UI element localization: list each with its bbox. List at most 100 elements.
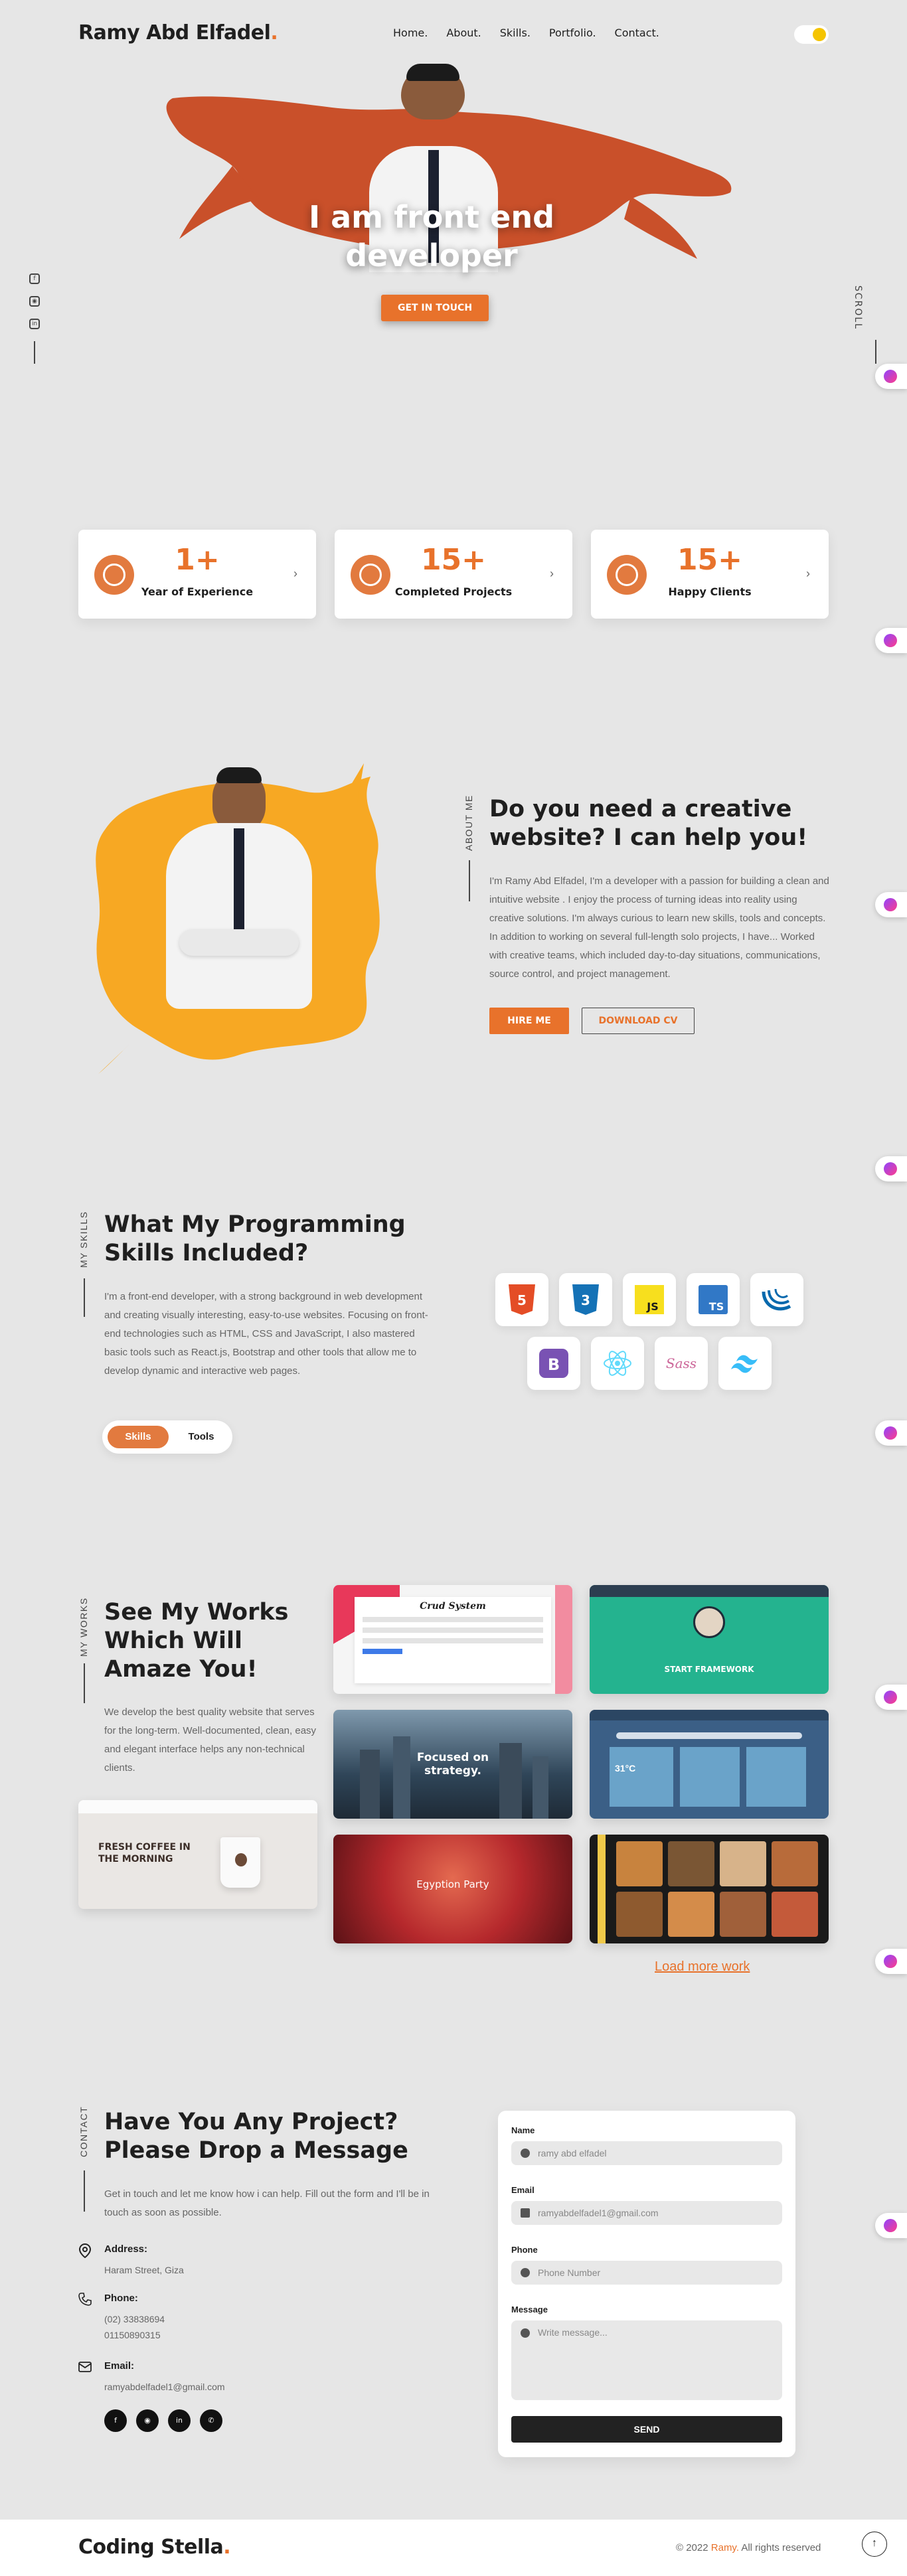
- theme-toggle[interactable]: [794, 25, 829, 44]
- nav-home[interactable]: Home.: [393, 27, 428, 39]
- chevron-right-icon[interactable]: ›: [293, 567, 297, 581]
- phone-value-2: 01150890315: [104, 2330, 161, 2340]
- arrow-up-icon[interactable]: ↑: [862, 2532, 887, 2557]
- brain-icon: [884, 1955, 897, 1968]
- brain-icon: [884, 2219, 897, 2232]
- user-icon: [521, 2149, 530, 2158]
- brain-icon: [884, 1426, 897, 1440]
- brain-icon: [884, 898, 897, 911]
- portfolio-item-party[interactable]: Egyption Party: [333, 1835, 572, 1943]
- side-divider: [34, 341, 35, 364]
- email-label: Email:: [104, 2360, 135, 2372]
- section-tag-line: [469, 860, 470, 901]
- section-tag-line: [84, 1663, 85, 1703]
- jquery-icon: [750, 1273, 803, 1326]
- scroll-line: [875, 340, 876, 364]
- message-label: Message: [511, 2305, 548, 2314]
- react-icon: [591, 1337, 644, 1390]
- stat-label: Happy Clients: [668, 585, 752, 598]
- works-text: We develop the best quality website that…: [104, 1706, 317, 1774]
- stat-card: 15+ Completed Projects ›: [335, 530, 572, 619]
- page: Ramy Abd Elfadel. Home. About. Skills. P…: [0, 0, 907, 2576]
- portfolio-item-food[interactable]: [590, 1835, 829, 1943]
- facebook-icon[interactable]: f: [104, 2409, 127, 2432]
- section-tag: ABOUT ME: [463, 795, 474, 851]
- floating-action-button[interactable]: [875, 1685, 907, 1710]
- envelope-icon: [521, 2208, 530, 2218]
- portfolio-item-weather[interactable]: 31°C: [590, 1710, 829, 1819]
- footer: Coding Stella. © 2022 Ramy. All rights r…: [0, 2520, 907, 2576]
- floating-action-button[interactable]: [875, 1156, 907, 1181]
- brain-icon: [884, 1162, 897, 1175]
- nav-contact[interactable]: Contact.: [615, 27, 659, 39]
- name-label: Name: [511, 2125, 535, 2135]
- sun-icon: [813, 28, 826, 41]
- mail-icon: [78, 2362, 92, 2372]
- chevron-right-icon[interactable]: ›: [806, 567, 810, 581]
- github-icon[interactable]: ◉: [29, 296, 40, 307]
- portfolio-item-crud[interactable]: Crud System: [333, 1585, 572, 1694]
- get-in-touch-button[interactable]: GET IN TOUCH: [381, 295, 489, 321]
- linkedin-icon[interactable]: in: [29, 319, 40, 329]
- brain-icon: [884, 1691, 897, 1704]
- about-portrait-hair: [216, 767, 262, 783]
- javascript-icon: JS: [623, 1273, 676, 1326]
- site-logo[interactable]: Ramy Abd Elfadel.: [78, 21, 278, 44]
- copyright: © 2022 Ramy. All rights reserved: [676, 2542, 821, 2553]
- phone-input[interactable]: [511, 2261, 782, 2285]
- contact-form: Name Email Phone Message SEND: [498, 2111, 795, 2457]
- floating-action-button[interactable]: [875, 364, 907, 389]
- nav-portfolio[interactable]: Portfolio.: [549, 27, 596, 39]
- chevron-right-icon[interactable]: ›: [550, 567, 554, 581]
- send-button[interactable]: SEND: [511, 2416, 782, 2443]
- about-portrait-arms: [179, 929, 299, 956]
- phone-icon: [78, 2293, 92, 2306]
- section-tag: MY SKILLS: [78, 1211, 89, 1268]
- tailwind-icon: [718, 1337, 772, 1390]
- stat-number: 15+: [420, 543, 487, 577]
- floating-action-button[interactable]: [875, 1949, 907, 1974]
- floating-action-button[interactable]: [875, 1420, 907, 1446]
- hire-me-button[interactable]: HIRE ME: [489, 1008, 569, 1034]
- portfolio-item-start-framework[interactable]: START FRAMEWORK: [590, 1585, 829, 1694]
- nav-skills[interactable]: Skills.: [500, 27, 531, 39]
- floating-action-button[interactable]: [875, 2213, 907, 2238]
- brain-icon: [884, 634, 897, 647]
- download-cv-button[interactable]: DOWNLOAD CV: [582, 1008, 695, 1034]
- stat-label: Year of Experience: [141, 585, 254, 598]
- location-pin-icon: [78, 2243, 92, 2258]
- portfolio-item-coffee[interactable]: FRESH COFFEE IN THE MORNING: [78, 1800, 317, 1909]
- floating-action-button[interactable]: [875, 628, 907, 653]
- bootstrap-icon: B: [527, 1337, 580, 1390]
- css3-icon: 3: [559, 1273, 612, 1326]
- email-label: Email: [511, 2185, 535, 2195]
- linkedin-icon[interactable]: in: [168, 2409, 191, 2432]
- svg-text:5: 5: [517, 1292, 527, 1308]
- email-input[interactable]: [511, 2201, 782, 2225]
- name-input[interactable]: [511, 2141, 782, 2165]
- svg-text:B: B: [548, 1355, 560, 1374]
- tab-skills[interactable]: Skills: [108, 1426, 169, 1448]
- email-value: ramyabdelfadel1@gmail.com: [104, 2382, 225, 2392]
- stat-card: 1+ Year of Experience ›: [78, 530, 316, 619]
- side-social-bar: f ◉ in: [29, 273, 40, 364]
- skills-title: What My Programming Skills Included?: [104, 1211, 406, 1266]
- floating-action-button[interactable]: [875, 892, 907, 917]
- chat-icon: [521, 2328, 530, 2338]
- typescript-icon: TS: [687, 1273, 740, 1326]
- load-more-link[interactable]: Load more work: [655, 1959, 750, 1975]
- about-text: I'm Ramy Abd Elfadel, I'm a developer wi…: [489, 875, 829, 980]
- main-nav: Home. About. Skills. Portfolio. Contact.: [393, 27, 659, 39]
- tab-tools[interactable]: Tools: [174, 1426, 228, 1448]
- whatsapp-icon[interactable]: ✆: [200, 2409, 222, 2432]
- message-input[interactable]: [511, 2320, 782, 2400]
- phone-value-1: (02) 33838694: [104, 2314, 165, 2324]
- portfolio-item-strategy[interactable]: Focused on strategy.: [333, 1710, 572, 1819]
- svg-text:JS: JS: [646, 1300, 658, 1313]
- nav-about[interactable]: About.: [446, 27, 481, 39]
- facebook-icon[interactable]: f: [29, 273, 40, 284]
- github-icon[interactable]: ◉: [136, 2409, 159, 2432]
- section-tag-line: [84, 2170, 85, 2212]
- footer-logo[interactable]: Coding Stella.: [78, 2536, 231, 2559]
- stat-number: 15+: [677, 543, 743, 577]
